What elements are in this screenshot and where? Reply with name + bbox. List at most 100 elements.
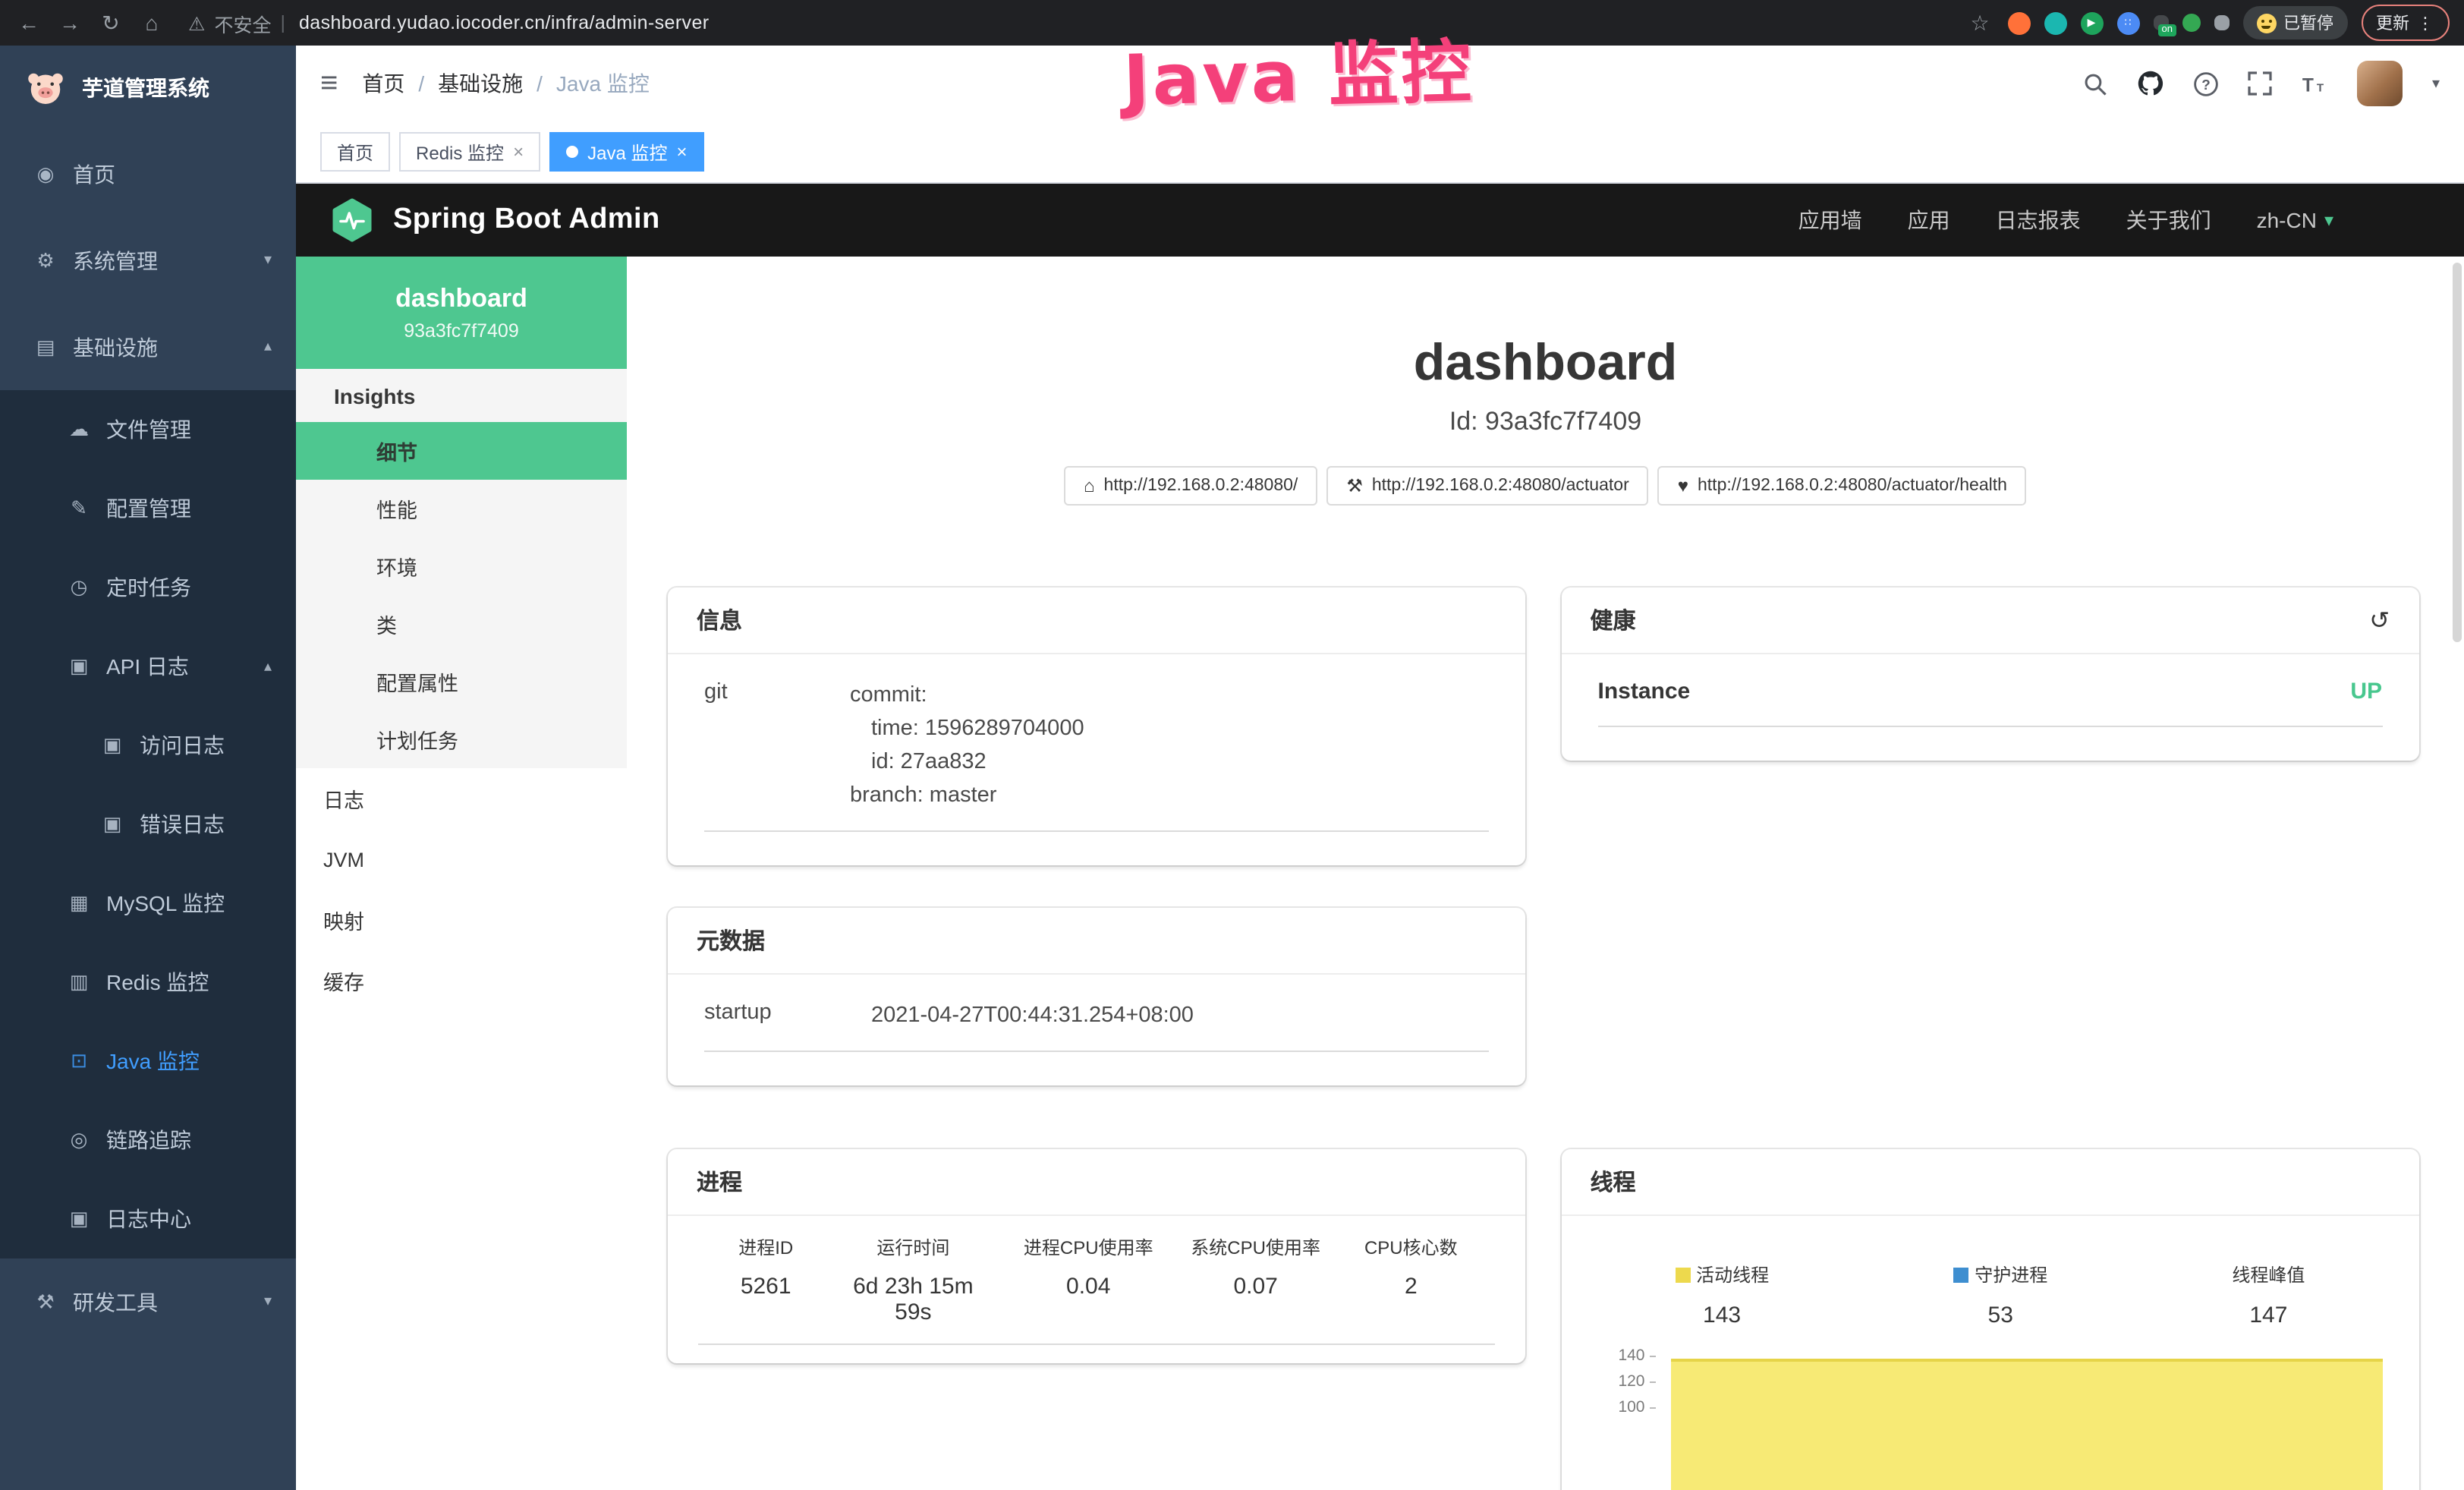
help-icon[interactable]: ? xyxy=(2194,71,2220,96)
play-extension-icon[interactable]: ▶ xyxy=(2080,11,2103,34)
sidebar-item-redis-monitor[interactable]: ▥ Redis 监控 xyxy=(0,943,296,1022)
fox-extension-icon[interactable] xyxy=(2007,11,2030,34)
sba-item-scheduled-tasks[interactable]: 计划任务 xyxy=(296,710,627,768)
legend-peak-threads: 线程峰值 147 xyxy=(2232,1262,2305,1328)
actuator-url-link[interactable]: ⚒ http://192.168.0.2:48080/actuator xyxy=(1326,466,1648,506)
sba-item-details[interactable]: 细节 xyxy=(296,422,627,480)
back-button[interactable]: ← xyxy=(15,11,42,35)
onetab-on-badge: on xyxy=(2159,24,2176,36)
locale-dropdown[interactable]: zh-CN ▾ xyxy=(2257,208,2333,232)
layers-icon: ▥ xyxy=(67,970,91,994)
scrollbar[interactable] xyxy=(2452,263,2461,642)
security-indicator[interactable]: ⚠ 不安全 | xyxy=(188,8,285,37)
active-tab-dot xyxy=(566,146,578,158)
paused-badge[interactable]: 已暂停 xyxy=(2242,6,2347,39)
tab-home[interactable]: 首页 xyxy=(320,132,390,172)
gear-icon: ⚙ xyxy=(33,248,58,272)
app-logo-row[interactable]: 芋道管理系统 xyxy=(0,46,296,131)
breadcrumb-current: Java 监控 xyxy=(556,68,650,99)
tab-java-monitor[interactable]: Java 监控 × xyxy=(549,132,703,172)
sba-nav-about[interactable]: 关于我们 xyxy=(2126,205,2211,235)
sba-sidebar: dashboard 93a3fc7f7409 Insights 细节 性能 环境… xyxy=(296,257,627,1490)
screen-icon: ⊡ xyxy=(67,1049,91,1073)
sidebar-item-error-logs[interactable]: ▣ 错误日志 xyxy=(0,785,296,864)
git-branch-line: branch: master xyxy=(850,779,1489,812)
sba-item-jvm[interactable]: JVM xyxy=(296,829,627,890)
update-button[interactable]: 更新 ⋮ xyxy=(2361,5,2449,41)
process-card-title: 进程 xyxy=(697,1166,742,1198)
font-size-icon[interactable]: T T xyxy=(2302,71,2329,96)
sba-instance-id: 93a3fc7f7409 xyxy=(404,320,519,342)
sidebar-item-infrastructure[interactable]: ▤ 基础设施 ▴ xyxy=(0,304,296,390)
sba-nav-applications[interactable]: 应用 xyxy=(1908,205,1950,235)
sidebar-item-access-logs[interactable]: ▣ 访问日志 xyxy=(0,706,296,785)
svg-text:?: ? xyxy=(2202,77,2211,93)
breadcrumb-infrastructure[interactable]: 基础设施 xyxy=(438,68,523,99)
sba-nav-wallboard[interactable]: 应用墙 xyxy=(1798,205,1862,235)
edit-icon: ✎ xyxy=(67,496,91,521)
breadcrumb-home[interactable]: 首页 xyxy=(362,68,404,99)
health-url-link[interactable]: ♥ http://192.168.0.2:48080/actuator/heal… xyxy=(1658,466,2027,506)
search-icon[interactable] xyxy=(2083,71,2109,96)
cpu-cores-value: 2 xyxy=(1327,1274,1494,1325)
drop-extension-icon[interactable] xyxy=(2044,11,2066,34)
sba-app-name: dashboard xyxy=(395,284,527,314)
legend-live-threads: 活动线程 143 xyxy=(1675,1262,1769,1328)
forward-button[interactable]: → xyxy=(56,11,83,35)
sidebar-item-log-center[interactable]: ▣ 日志中心 xyxy=(0,1180,296,1258)
leaf-extension-icon[interactable] xyxy=(2182,14,2200,32)
kebab-menu-icon[interactable]: ⋮ xyxy=(2417,13,2434,33)
sidebar-item-api-logs[interactable]: ▣ API 日志 ▴ xyxy=(0,627,296,706)
hamburger-icon[interactable]: ≡ xyxy=(320,66,338,101)
threads-card-title: 线程 xyxy=(1591,1166,1636,1198)
blue-legend-square xyxy=(1953,1267,1968,1282)
sba-item-environment[interactable]: 环境 xyxy=(296,537,627,595)
sidebar-item-scheduled-jobs[interactable]: ◷ 定时任务 xyxy=(0,548,296,627)
home-button[interactable]: ⌂ xyxy=(138,11,165,35)
sba-item-mappings[interactable]: 映射 xyxy=(296,890,627,950)
process-card: 进程 进程ID 运行时间 进程CPU使用率 系统CPU使用率 CPU核心数 xyxy=(668,1149,1525,1363)
chevron-down-icon[interactable]: ▾ xyxy=(2432,75,2440,92)
url-bar[interactable]: dashboard.yudao.iocoder.cn/infra/admin-s… xyxy=(299,12,710,33)
pid-value: 5261 xyxy=(698,1274,833,1325)
onetab-extension-icon[interactable]: on xyxy=(2153,15,2168,30)
yellow-legend-square xyxy=(1675,1267,1690,1282)
svg-text:T: T xyxy=(2303,74,2315,95)
annotation-text: Java 监控 xyxy=(1122,17,1475,126)
history-icon[interactable]: ↺ xyxy=(2369,605,2390,635)
sidebar-item-dev-tools[interactable]: ⚒ 研发工具 ▾ xyxy=(0,1258,296,1345)
sba-item-config-props[interactable]: 配置属性 xyxy=(296,653,627,710)
sba-item-classes[interactable]: 类 xyxy=(296,595,627,653)
puzzle-icon[interactable] xyxy=(2214,15,2229,30)
sba-item-logs[interactable]: 日志 xyxy=(296,768,627,829)
health-card: 健康 ↺ Instance UP xyxy=(1562,587,2419,761)
sidebar-item-config-mgmt[interactable]: ✎ 配置管理 xyxy=(0,469,296,548)
sidebar-item-file-mgmt[interactable]: ☁ 文件管理 xyxy=(0,390,296,469)
sidebar-item-system-mgmt[interactable]: ⚙ 系统管理 ▾ xyxy=(0,217,296,304)
home-icon: ⌂ xyxy=(1084,475,1095,496)
service-url-link[interactable]: ⌂ http://192.168.0.2:48080/ xyxy=(1064,466,1317,506)
bookmark-star-icon[interactable]: ☆ xyxy=(1966,10,1994,36)
sidebar-item-home[interactable]: ◉ 首页 xyxy=(0,131,296,217)
tab-redis-monitor[interactable]: Redis 监控 × xyxy=(399,132,540,172)
wrench-icon: ⚒ xyxy=(1346,475,1363,496)
avatar[interactable] xyxy=(2358,61,2403,106)
github-icon[interactable] xyxy=(2138,70,2165,97)
chevron-up-icon: ▴ xyxy=(264,658,272,675)
git-commit-line: commit: xyxy=(850,679,1489,712)
sba-item-caches[interactable]: 缓存 xyxy=(296,950,627,1011)
instance-id-subtitle: Id: 93a3fc7f7409 xyxy=(627,405,2464,439)
close-icon[interactable]: × xyxy=(676,141,687,162)
fullscreen-icon[interactable] xyxy=(2248,71,2273,96)
sidebar-item-java-monitor[interactable]: ⊡ Java 监控 xyxy=(0,1022,296,1101)
sidebar-item-mysql-monitor[interactable]: ▦ MySQL 监控 xyxy=(0,864,296,943)
sidebar-item-tracing[interactable]: ◎ 链路追踪 xyxy=(0,1101,296,1180)
sba-item-metrics[interactable]: 性能 xyxy=(296,480,627,537)
sba-nav-journal[interactable]: 日志报表 xyxy=(1996,205,2081,235)
breadcrumb: 首页 / 基础设施 / Java 监控 xyxy=(362,68,650,99)
reload-button[interactable]: ↻ xyxy=(97,10,124,36)
info-card: 信息 git commit: time: 1596289704000 id: 2… xyxy=(668,587,1525,865)
close-icon[interactable]: × xyxy=(513,141,524,162)
grid-extension-icon[interactable]: ∷ xyxy=(2116,11,2139,34)
sba-instance-block[interactable]: dashboard 93a3fc7f7409 xyxy=(296,257,627,369)
